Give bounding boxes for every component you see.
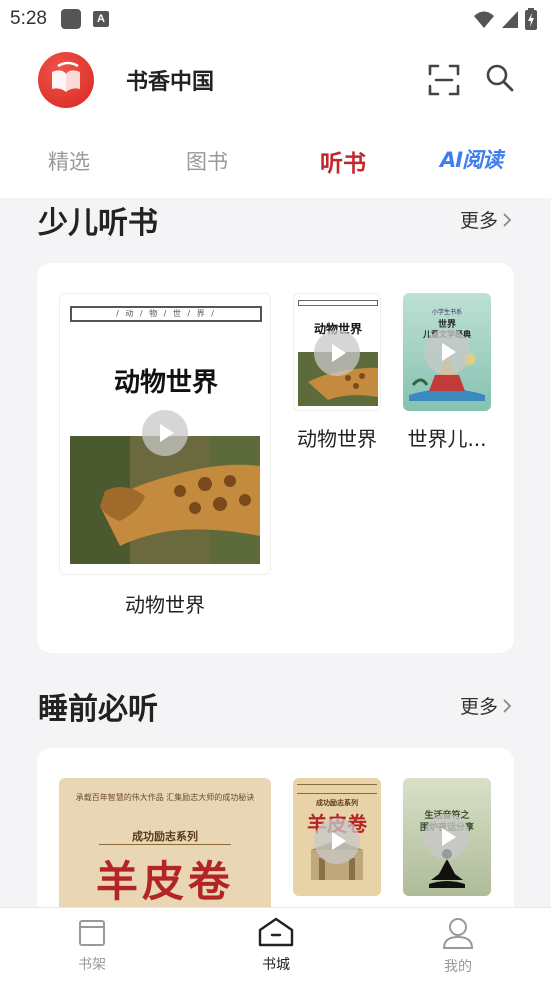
- play-button[interactable]: [424, 329, 470, 375]
- cover-series: 成功励志系列: [316, 799, 358, 807]
- more-link-bedtime[interactable]: 更多: [460, 692, 512, 719]
- section-title-bedtime: 睡前必听: [38, 692, 158, 727]
- more-label: 更多: [460, 696, 499, 718]
- book-title-label[interactable]: 世界儿...: [393, 423, 501, 452]
- notification-icon: [60, 9, 81, 29]
- more-link-kids[interactable]: 更多: [460, 206, 512, 233]
- more-label: 更多: [460, 210, 499, 232]
- nav-label: 书城: [262, 957, 290, 973]
- chevron-right-icon: [503, 212, 512, 227]
- book-title-label[interactable]: 动物世界: [59, 589, 271, 618]
- cover-tagline: 承载百年智慧的伟大作品 汇集励志大师的成功秘诀: [75, 793, 255, 802]
- keyboard-notification-icon: A: [92, 11, 109, 27]
- app-header: 书香中国: [0, 38, 551, 122]
- play-button[interactable]: [314, 330, 360, 376]
- book-cover-animal-world-large[interactable]: / 动 / 物 / 世 / 界 / 动物世界: [59, 293, 271, 575]
- cover-series-bar: [298, 300, 378, 306]
- battery-icon: [525, 8, 537, 30]
- bookshelf-icon: [79, 920, 105, 946]
- nav-label: 书架: [78, 957, 106, 973]
- cover-tagline-bar: [297, 784, 377, 794]
- play-button[interactable]: [424, 814, 470, 860]
- section-title-kids: 少儿听书: [38, 206, 158, 241]
- book-cover-animal-world-small[interactable]: 动物世界: [293, 293, 381, 411]
- nav-bookshelf[interactable]: 书架: [52, 916, 132, 974]
- cover-top-text: 小学生书系: [431, 309, 462, 316]
- book-cover-fireside-talk[interactable]: 生活音符之 围炉夜话分享: [403, 778, 491, 896]
- app-title: 书香中国: [126, 70, 215, 95]
- kids-audiobook-card: / 动 / 物 / 世 / 界 / 动物世界 动物世界 动物世界 动物世界 小学…: [37, 263, 514, 653]
- nav-bookstore[interactable]: 书城: [236, 916, 316, 974]
- book-logo-icon: [52, 61, 80, 92]
- chevron-right-icon: [503, 698, 512, 713]
- book-cover-sheepskin-small[interactable]: 成功励志系列 羊皮卷: [293, 778, 381, 896]
- category-tabs: 精选 图书 听书 AI阅读: [0, 122, 551, 198]
- tab-audiobooks[interactable]: 听书: [320, 144, 366, 178]
- wifi-icon: [474, 11, 494, 28]
- book-cover-world-children-classics[interactable]: 小学生书系 世界 儿童文学经典: [403, 293, 491, 411]
- status-icons: [473, 8, 537, 30]
- cover-series-bar: / 动 / 物 / 世 / 界 /: [70, 306, 262, 322]
- store-icon: [258, 917, 294, 947]
- nav-profile[interactable]: 我的: [418, 916, 498, 976]
- signal-icon: [502, 11, 518, 28]
- nav-label: 我的: [444, 959, 472, 975]
- book-title-label[interactable]: 动物世界: [283, 423, 391, 452]
- play-button[interactable]: [142, 410, 188, 456]
- status-time: 5:28: [10, 8, 47, 29]
- user-icon: [442, 918, 474, 949]
- tab-ai-reading[interactable]: AI阅读: [440, 144, 503, 174]
- play-button[interactable]: [314, 818, 360, 864]
- tab-featured[interactable]: 精选: [48, 146, 90, 176]
- cover-title-text: 羊皮卷: [95, 857, 234, 906]
- cover-series: 成功励志系列: [99, 828, 231, 845]
- bottom-navigation: 书架 书城 我的: [0, 907, 551, 981]
- tab-books[interactable]: 图书: [186, 146, 228, 176]
- search-icon[interactable]: [484, 62, 516, 94]
- app-logo: [38, 52, 94, 108]
- scan-icon[interactable]: [426, 62, 462, 98]
- cover-title-text: 动物世界: [113, 368, 218, 398]
- status-bar: 5:28 A: [0, 0, 551, 38]
